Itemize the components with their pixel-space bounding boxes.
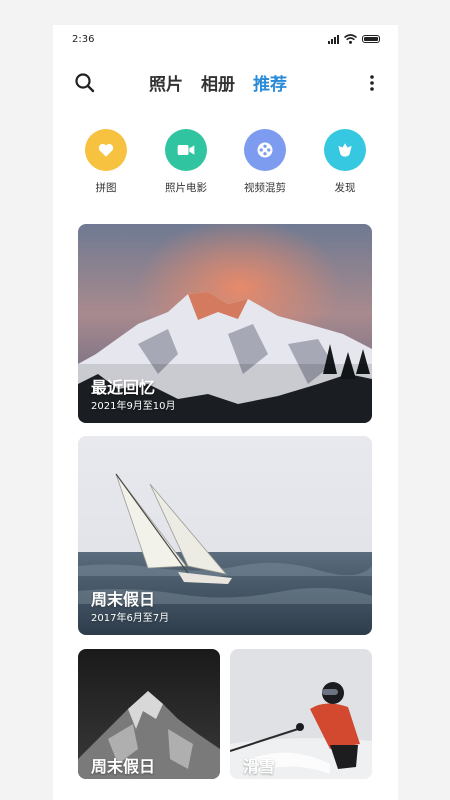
shortcut-discover[interactable]: 发现: [305, 129, 385, 195]
phone-screen: 2:36 照片 相册 推荐 拼图 照片电影 视频混剪 发现 最近回忆 2021年…: [53, 25, 398, 800]
card-subtitle: 2017年6月至7月: [91, 613, 170, 624]
card-title: 滑雪: [243, 757, 276, 776]
tab-bar: 照片 相册 推荐: [149, 70, 287, 95]
top-bar: 照片 相册 推荐: [53, 65, 398, 101]
shortcut-video-remix[interactable]: 视频混剪: [225, 129, 305, 195]
shortcut-label: 照片电影: [165, 182, 207, 194]
tab-photos[interactable]: 照片: [149, 70, 183, 95]
memory-card[interactable]: 滑雪: [230, 649, 372, 779]
battery-icon: [362, 35, 380, 43]
status-icons: [328, 34, 380, 44]
signal-icon: [328, 34, 339, 44]
shortcut-label: 视频混剪: [244, 182, 286, 194]
status-time: 2:36: [72, 34, 95, 45]
film-reel-icon: [244, 129, 286, 171]
card-title: 最近回忆: [91, 378, 156, 397]
tab-recommend[interactable]: 推荐: [253, 70, 287, 95]
tab-albums[interactable]: 相册: [201, 70, 235, 95]
search-icon[interactable]: [73, 71, 97, 95]
shortcut-photo-movie[interactable]: 照片电影: [146, 129, 226, 195]
shortcut-row: 拼图 照片电影 视频混剪 发现: [53, 129, 398, 199]
shortcut-collage[interactable]: 拼图: [66, 129, 146, 195]
heart-icon: [85, 129, 127, 171]
shortcut-label: 发现: [334, 182, 356, 194]
memory-card[interactable]: 周末假日: [78, 649, 220, 779]
memory-card[interactable]: 周末假日 2017年6月至7月: [78, 436, 372, 635]
wifi-icon: [344, 34, 357, 44]
discover-icon: [324, 129, 366, 171]
shortcut-label: 拼图: [95, 182, 117, 194]
card-subtitle: 2021年9月至10月: [91, 401, 176, 412]
card-title: 周末假日: [91, 590, 156, 609]
status-bar: 2:36: [53, 25, 398, 55]
video-camera-icon: [165, 129, 207, 171]
memory-card[interactable]: 最近回忆 2021年9月至10月: [78, 224, 372, 423]
card-title: 周末假日: [91, 757, 156, 776]
more-options-icon[interactable]: [368, 71, 376, 95]
